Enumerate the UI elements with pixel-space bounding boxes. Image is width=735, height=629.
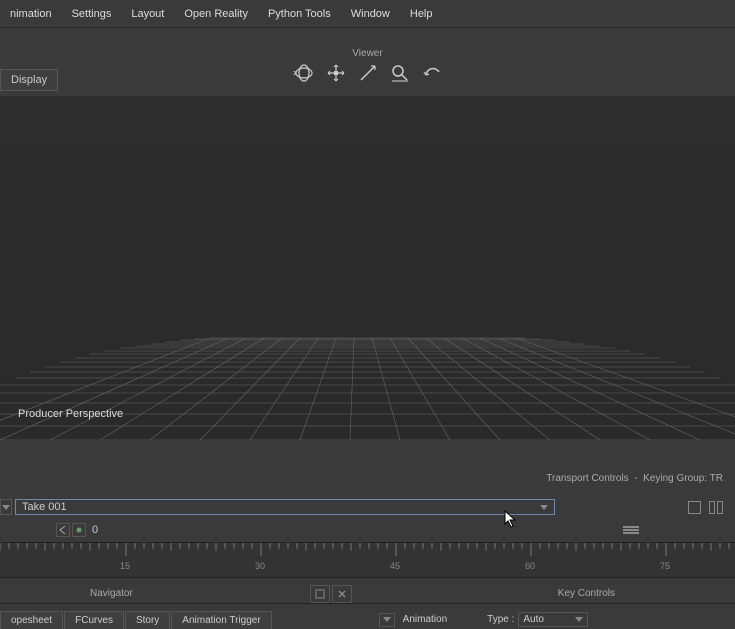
ruler-tick-15: 15 xyxy=(120,561,130,571)
current-frame[interactable]: 0 xyxy=(92,524,98,536)
nav-close-button[interactable] xyxy=(332,585,352,603)
zoom-icon[interactable] xyxy=(387,60,413,86)
frame-keyframe-button[interactable] xyxy=(72,523,86,537)
navigator-title: Navigator xyxy=(90,588,133,599)
tab-dopesheet[interactable]: opesheet xyxy=(0,611,63,629)
viewport-3d[interactable]: Producer Perspective xyxy=(0,96,735,440)
take-selector[interactable]: Take 001 xyxy=(15,499,555,515)
layout-single-icon[interactable] xyxy=(688,501,701,514)
ruler-tick-30: 30 xyxy=(255,561,265,571)
camera-label: Producer Perspective xyxy=(18,408,123,420)
menu-help[interactable]: Help xyxy=(400,2,443,26)
timeline-ruler[interactable]: 15 30 45 60 75 xyxy=(0,542,735,578)
viewer-label: Viewer xyxy=(352,48,382,59)
frame-scrub-handle[interactable] xyxy=(623,525,639,535)
ruler-tick-75: 75 xyxy=(660,561,670,571)
menu-settings[interactable]: Settings xyxy=(62,2,122,26)
type-label: Type : xyxy=(487,614,514,625)
chevron-down-icon xyxy=(575,617,583,622)
menu-window[interactable]: Window xyxy=(341,2,400,26)
menu-python-tools[interactable]: Python Tools xyxy=(258,2,341,26)
animation-label: Animation xyxy=(403,614,447,625)
ruler-tick-45: 45 xyxy=(390,561,400,571)
frame-row: 0 xyxy=(0,522,735,538)
animation-dropdown-arrow[interactable] xyxy=(379,613,395,627)
take-name: Take 001 xyxy=(22,501,67,513)
chevron-down-icon xyxy=(540,505,548,510)
nav-maximize-button[interactable] xyxy=(310,585,330,603)
transport-header: Transport Controls - Keying Group: TR xyxy=(546,473,723,484)
take-row: Take 001 xyxy=(0,498,735,516)
menu-layout[interactable]: Layout xyxy=(121,2,174,26)
dolly-icon[interactable] xyxy=(355,60,381,86)
menu-open-reality[interactable]: Open Reality xyxy=(174,2,258,26)
type-selector[interactable]: Auto xyxy=(518,612,588,627)
tab-fcurves[interactable]: FCurves xyxy=(64,611,124,629)
type-value: Auto xyxy=(523,614,544,625)
pan-icon[interactable] xyxy=(323,60,349,86)
keying-group-label: Keying Group: TR xyxy=(643,473,723,484)
menu-animation[interactable]: nimation xyxy=(0,2,62,26)
separator: - xyxy=(631,473,643,484)
menu-bar: nimation Settings Layout Open Reality Py… xyxy=(0,0,735,28)
undo-view-icon[interactable] xyxy=(419,60,445,86)
tab-story[interactable]: Story xyxy=(125,611,170,629)
frame-step-back[interactable] xyxy=(56,523,70,537)
viewer-toolbar xyxy=(291,60,445,86)
key-controls-title: Key Controls xyxy=(558,588,615,599)
take-dropdown-arrow[interactable] xyxy=(0,499,12,515)
panel-header-row: Navigator Key Controls xyxy=(0,584,735,604)
tab-animation-trigger[interactable]: Animation Trigger xyxy=(171,611,271,629)
transport-label: Transport Controls xyxy=(546,473,628,484)
orbit-icon[interactable] xyxy=(291,60,317,86)
layout-split-icon[interactable] xyxy=(709,501,723,514)
display-button[interactable]: Display xyxy=(0,69,58,91)
ruler-tick-60: 60 xyxy=(525,561,535,571)
bottom-row: opesheet FCurves Story Animation Trigger… xyxy=(0,610,735,629)
